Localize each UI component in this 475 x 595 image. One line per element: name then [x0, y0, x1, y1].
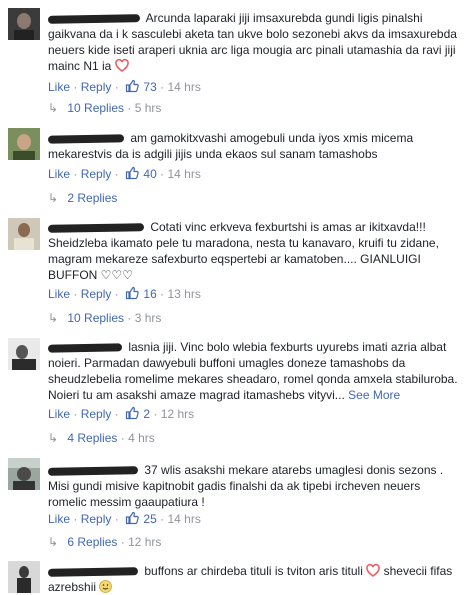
like-button[interactable]: Like: [48, 407, 70, 421]
thumbs-up-icon: [125, 511, 139, 525]
thumbs-up-icon: [125, 286, 139, 300]
comment-actions: Like · Reply · 73 · 14 hrs: [48, 79, 201, 94]
replies-count[interactable]: 4 Replies: [67, 431, 117, 445]
replies-count[interactable]: 10 Replies: [67, 311, 124, 325]
view-replies-link[interactable]: ↳ 6 Replies · 12 hrs: [48, 533, 161, 551]
avatar[interactable]: [8, 561, 40, 593]
replies-time: 12 hrs: [128, 535, 162, 549]
timestamp[interactable]: 13 hrs: [167, 287, 200, 301]
avatar[interactable]: [8, 218, 40, 250]
reply-arrow-icon: ↳: [48, 191, 59, 205]
heart-icon: [366, 564, 381, 577]
commenter-name-redacted[interactable]: [47, 14, 141, 24]
replies-count[interactable]: 10 Replies: [67, 101, 124, 115]
timestamp[interactable]: 14 hrs: [167, 512, 200, 526]
commenter-name-redacted[interactable]: [47, 222, 145, 233]
reply-button[interactable]: Reply: [81, 407, 112, 421]
avatar-image: [8, 218, 40, 250]
commenter-name-redacted[interactable]: [47, 567, 139, 577]
heart-icon: [114, 59, 129, 72]
like-count[interactable]: 40: [143, 167, 156, 181]
reply-arrow-icon: ↳: [48, 311, 59, 325]
comment-actions: Like · Reply · 25 · 14 hrs: [48, 511, 201, 526]
avatar-image: [8, 8, 40, 40]
comment-actions: Like · Reply · 16 · 13 hrs: [48, 286, 201, 301]
like-count[interactable]: 2: [143, 407, 150, 421]
thumbs-up-icon: [125, 166, 139, 180]
smiley-emoji-icon: [99, 580, 113, 593]
timestamp[interactable]: 14 hrs: [167, 167, 200, 181]
avatar-image: [8, 561, 40, 593]
comment-actions: Like · Reply · 2 · 12 hrs: [48, 406, 195, 421]
like-count[interactable]: 25: [143, 512, 156, 526]
comment-text: buffons ar chirdeba tituli is tviton ari…: [144, 564, 363, 578]
reply-button[interactable]: Reply: [81, 80, 112, 94]
comment-body: 37 wlis asakshi mekare atarebs umaglesi …: [47, 462, 459, 510]
timestamp[interactable]: 12 hrs: [161, 407, 194, 421]
comment-body: buffons ar chirdeba tituli is tviton ari…: [47, 563, 459, 595]
reply-button[interactable]: Reply: [81, 167, 112, 181]
view-replies-link[interactable]: ↳ 4 Replies · 4 hrs: [48, 429, 155, 447]
reply-arrow-icon: ↳: [48, 431, 59, 445]
avatar-image: [8, 458, 40, 490]
like-button[interactable]: Like: [48, 167, 70, 181]
reply-arrow-icon: ↳: [48, 535, 59, 549]
commenter-name-redacted[interactable]: [47, 134, 125, 144]
avatar[interactable]: [8, 338, 40, 370]
commenter-name-redacted[interactable]: [47, 343, 123, 353]
comment-body: Arcunda laparaki jiji imsaxurebda gundi …: [47, 10, 459, 74]
avatar-image: [8, 338, 40, 370]
like-button[interactable]: Like: [48, 80, 70, 94]
avatar[interactable]: [8, 8, 40, 40]
replies-time: 3 hrs: [134, 311, 162, 325]
comment-actions: Like · Reply · 40 · 14 hrs: [48, 166, 201, 181]
avatar[interactable]: [8, 128, 40, 160]
view-replies-link[interactable]: ↳ 10 Replies · 5 hrs: [48, 99, 161, 117]
reply-button[interactable]: Reply: [81, 512, 112, 526]
thumbs-up-icon: [125, 406, 139, 420]
commenter-name-redacted[interactable]: [47, 466, 139, 476]
avatar-image: [8, 128, 40, 160]
like-count[interactable]: 16: [143, 287, 156, 301]
replies-count[interactable]: 2 Replies: [67, 191, 117, 205]
replies-time: 4 hrs: [128, 431, 155, 445]
comment-body: lasnia jiji. Vinc bolo wlebia fexburts u…: [47, 339, 459, 403]
timestamp[interactable]: 14 hrs: [167, 80, 200, 94]
thumbs-up-icon: [125, 79, 139, 93]
replies-time: 5 hrs: [134, 101, 162, 115]
reply-arrow-icon: ↳: [48, 101, 59, 115]
comment-body: am gamokitxvashi amogebuli unda iyos xmi…: [47, 130, 459, 162]
view-replies-link[interactable]: ↳ 10 Replies · 3 hrs: [48, 309, 161, 327]
comment-body: Cotati vinc erkveva fexburtshi is amas a…: [47, 219, 459, 283]
like-count[interactable]: 73: [143, 80, 156, 94]
see-more-link[interactable]: See More: [348, 388, 400, 402]
avatar[interactable]: [8, 458, 40, 490]
like-button[interactable]: Like: [48, 512, 70, 526]
view-replies-link[interactable]: ↳ 2 Replies: [48, 189, 117, 207]
like-button[interactable]: Like: [48, 287, 70, 301]
reply-button[interactable]: Reply: [81, 287, 112, 301]
replies-count[interactable]: 6 Replies: [67, 535, 117, 549]
